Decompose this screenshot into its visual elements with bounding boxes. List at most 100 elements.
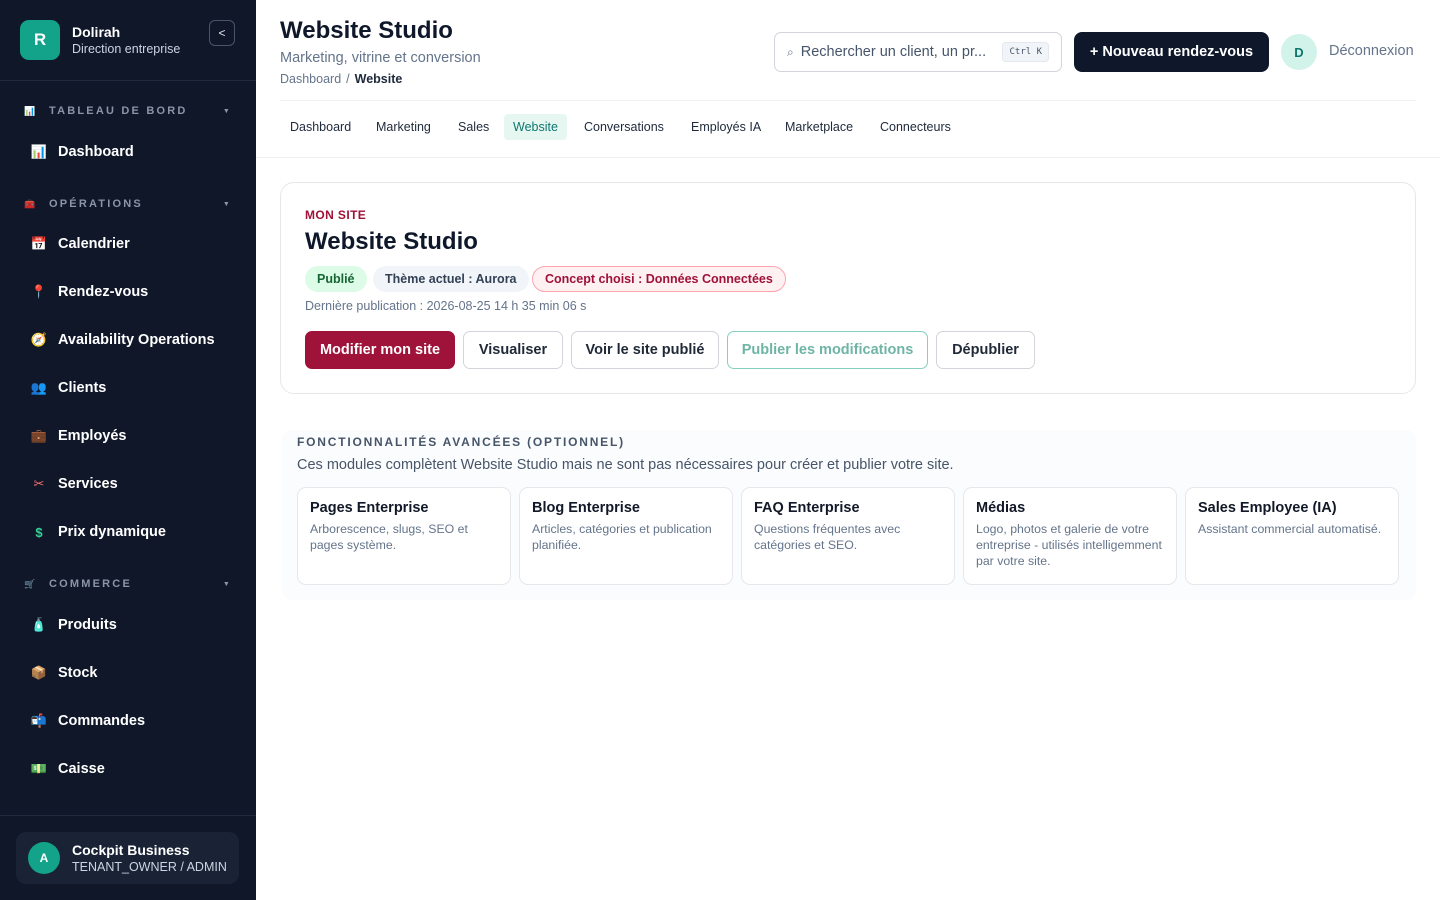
- concept-badge: Concept choisi : Données Connectées: [532, 266, 786, 292]
- tab-employes-ia[interactable]: Employés IA: [682, 114, 770, 140]
- module-description: Questions fréquentes avec catégories et …: [754, 522, 901, 552]
- search-icon: ⌕: [787, 44, 794, 59]
- pin-icon: 📍: [30, 284, 48, 299]
- search-box[interactable]: ⌕ Ctrl K: [774, 32, 1062, 72]
- logout-link[interactable]: Déconnexion: [1329, 43, 1414, 59]
- sidebar-item-rendez-vous[interactable]: 📍 Rendez-vous: [30, 280, 230, 304]
- view-published-button[interactable]: Voir le site publié: [571, 331, 719, 369]
- sidebar-item-caisse[interactable]: 💵 Caisse: [30, 757, 230, 781]
- sidebar-item-label: Calendrier: [58, 236, 130, 252]
- search-input[interactable]: [800, 44, 997, 60]
- brand-name: Dolirah: [72, 23, 121, 40]
- box-icon: 📦: [30, 665, 48, 680]
- sidebar-item-label: Rendez-vous: [58, 284, 149, 300]
- account-role: TENANT_OWNER / ADMIN: [72, 859, 227, 874]
- sidebar-item-dashboard[interactable]: 📊 Dashboard: [30, 140, 230, 164]
- new-appointment-button[interactable]: + Nouveau rendez-vous: [1074, 32, 1269, 72]
- breadcrumb-root[interactable]: Dashboard: [280, 72, 341, 86]
- unpublish-button[interactable]: Dépublier: [936, 331, 1035, 369]
- sidebar-item-availability-operations[interactable]: 🧭 Availability Operations: [30, 328, 230, 352]
- chart-icon: 📊: [30, 144, 48, 159]
- briefcase-icon: 💼: [30, 428, 48, 443]
- sidebar-item-prix-dynamique[interactable]: $ Prix dynamique: [30, 520, 230, 544]
- breadcrumb: Dashboard / Website: [280, 72, 402, 86]
- module-description: Assistant commercial automatisé.: [1198, 522, 1382, 536]
- account-card[interactable]: A Cockpit Business TENANT_OWNER / ADMIN: [16, 832, 239, 884]
- sidebar-item-employes[interactable]: 💼 Employés: [30, 424, 230, 448]
- tab-marketplace[interactable]: Marketplace: [776, 114, 862, 140]
- page-title: Website Studio: [280, 17, 453, 44]
- module-card-faq[interactable]: FAQ Enterprise Questions fréquentes avec…: [741, 487, 955, 585]
- section-title: COMMERCE: [49, 578, 132, 590]
- compass-icon: 🧭: [30, 332, 48, 347]
- section-title: TABLEAU DE BORD: [49, 105, 188, 117]
- sidebar-item-label: Produits: [58, 617, 117, 633]
- sidebar-item-clients[interactable]: 👥 Clients: [30, 376, 230, 400]
- brand-subtitle: Direction entreprise: [72, 41, 181, 56]
- sidebar-item-stock[interactable]: 📦 Stock: [30, 661, 230, 685]
- edit-site-button[interactable]: Modifier mon site: [305, 331, 455, 369]
- dollar-icon: $: [35, 524, 43, 540]
- sidebar-divider: [0, 80, 256, 81]
- calendar-icon: 📅: [30, 236, 48, 251]
- status-badge: Publié: [305, 266, 367, 292]
- module-description: Arborescence, slugs, SEO et pages systèm…: [310, 522, 468, 552]
- sidebar-item-calendrier[interactable]: 📅 Calendrier: [30, 232, 230, 256]
- sidebar-divider: [0, 815, 256, 816]
- product-icon: 🧴: [30, 617, 48, 632]
- avatar: A: [28, 842, 60, 874]
- cart-icon: 🛒: [24, 578, 38, 589]
- module-title: Blog Enterprise: [532, 500, 640, 516]
- tab-connecteurs[interactable]: Connecteurs: [871, 114, 960, 140]
- sidebar-item-label: Dashboard: [58, 144, 134, 160]
- sidebar-item-label: Caisse: [58, 761, 105, 777]
- caret-down-icon: ▼: [222, 200, 232, 208]
- sidebar-item-produits[interactable]: 🧴 Produits: [30, 613, 230, 637]
- module-card-pages[interactable]: Pages Enterprise Arborescence, slugs, SE…: [297, 487, 511, 585]
- toolbox-icon: 🧰: [24, 198, 38, 209]
- module-title: FAQ Enterprise: [754, 500, 860, 516]
- brand-logo: R: [20, 20, 60, 60]
- chart-icon: 📊: [24, 105, 38, 116]
- tab-sales[interactable]: Sales: [449, 114, 498, 140]
- tab-marketing[interactable]: Marketing: [367, 114, 440, 140]
- tab-website[interactable]: Website: [504, 114, 567, 140]
- module-title: Médias: [976, 500, 1026, 516]
- header-divider: [280, 100, 1416, 101]
- collapse-sidebar-button[interactable]: <: [209, 20, 235, 46]
- users-icon: 👥: [30, 380, 48, 395]
- publish-changes-button[interactable]: Publier les modifications: [727, 331, 928, 369]
- module-card-sales-employee[interactable]: Sales Employee (IA) Assistant commercial…: [1185, 487, 1399, 585]
- sidebar-item-commandes[interactable]: 📬 Commandes: [30, 709, 230, 733]
- mailbox-icon: 📬: [30, 713, 48, 728]
- sidebar-item-label: Stock: [58, 665, 98, 681]
- scissors-icon: ✂: [33, 476, 45, 491]
- brand[interactable]: R Dolirah Direction entreprise: [20, 20, 236, 60]
- breadcrumb-current: Website: [354, 72, 403, 86]
- tab-conversations[interactable]: Conversations: [575, 114, 673, 140]
- site-eyebrow: MON SITE: [305, 208, 367, 222]
- caret-down-icon: ▼: [222, 580, 232, 588]
- advanced-subtitle: Ces modules complètent Website Studio ma…: [297, 457, 954, 473]
- module-card-medias[interactable]: Médias Logo, photos et galerie de votre …: [963, 487, 1177, 585]
- tab-dashboard[interactable]: Dashboard: [281, 114, 360, 140]
- user-avatar[interactable]: D: [1281, 34, 1317, 70]
- module-card-blog[interactable]: Blog Enterprise Articles, catégories et …: [519, 487, 733, 585]
- section-commerce[interactable]: 🛒 COMMERCE ▼: [24, 574, 232, 594]
- last-published: Dernière publication : 2026-08-25 14 h 3…: [305, 299, 587, 313]
- advanced-title: FONCTIONNALITÉS AVANCÉES (OPTIONNEL): [297, 435, 625, 449]
- sidebar-item-label: Commandes: [58, 713, 146, 729]
- module-title: Pages Enterprise: [310, 500, 429, 516]
- shortcut-hint: Ctrl K: [1002, 42, 1049, 62]
- preview-button[interactable]: Visualiser: [463, 331, 563, 369]
- section-tableau-de-bord[interactable]: 📊 TABLEAU DE BORD ▼: [24, 101, 232, 121]
- tabs-divider: [256, 157, 1440, 158]
- breadcrumb-separator: /: [346, 72, 350, 86]
- site-title: Website Studio: [305, 228, 478, 255]
- section-operations[interactable]: 🧰 OPÉRATIONS ▼: [24, 194, 232, 214]
- sidebar-item-label: Employés: [58, 428, 127, 444]
- sidebar-item-services[interactable]: ✂ Services: [30, 472, 230, 496]
- sidebar: R Dolirah Direction entreprise < 📊 TABLE…: [0, 0, 256, 900]
- module-description: Logo, photos et galerie de votre entrepr…: [976, 522, 1162, 568]
- cash-icon: 💵: [30, 761, 48, 776]
